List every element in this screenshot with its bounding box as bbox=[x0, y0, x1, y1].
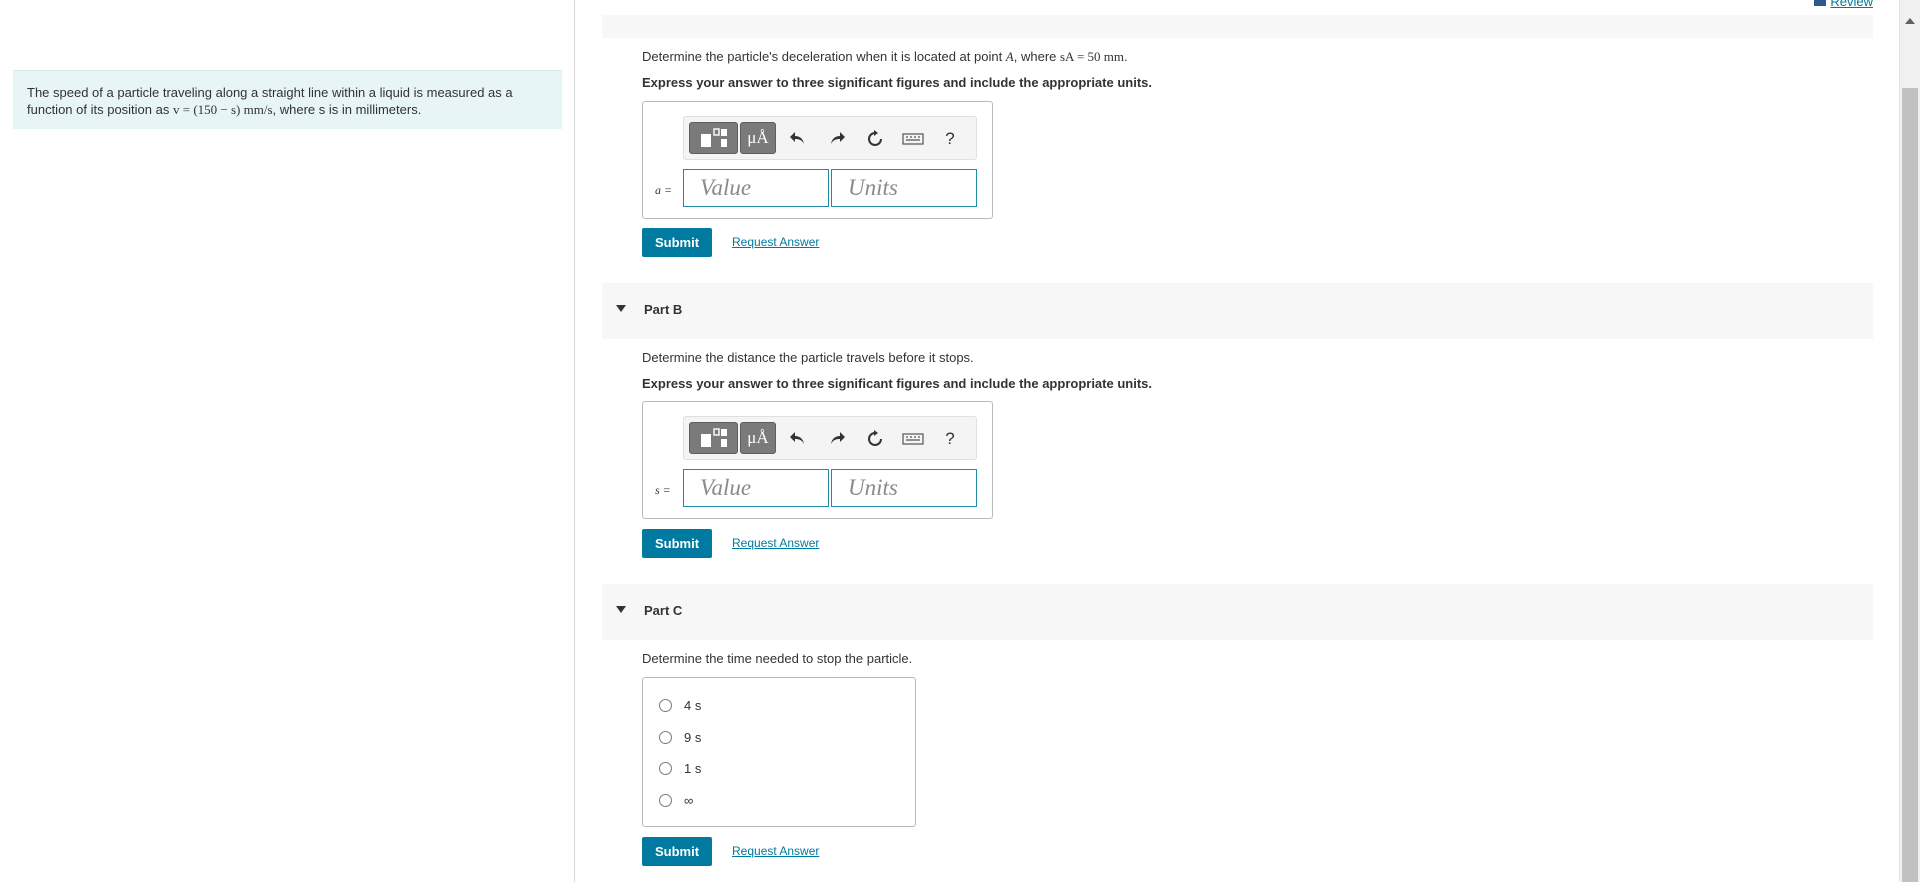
units-icon: μÅ bbox=[747, 128, 769, 147]
part-b-title: Part B bbox=[644, 302, 683, 317]
part-c-prompt: Determine the time needed to stop the pa… bbox=[642, 651, 913, 666]
units-button[interactable]: μÅ bbox=[740, 122, 776, 154]
book-icon bbox=[1814, 0, 1827, 6]
problem-formula: v = (150 − s) mm/s bbox=[172, 102, 273, 117]
part-b-toolbar: μÅ ? bbox=[683, 416, 977, 460]
templates-button[interactable] bbox=[689, 422, 738, 454]
choice-label: 4 s bbox=[684, 697, 702, 713]
choice-item[interactable]: 9 s bbox=[659, 728, 701, 746]
templates-icon bbox=[700, 128, 727, 147]
caret-down-icon bbox=[616, 606, 626, 613]
part-a-request-answer-link[interactable]: Request Answer bbox=[732, 235, 819, 249]
part-a-field-label-text: a = bbox=[655, 183, 673, 197]
left-pane: The speed of a particle traveling along … bbox=[0, 0, 575, 882]
radio-button[interactable] bbox=[659, 793, 672, 807]
part-b-answer-box: μÅ ? s = Value Units bbox=[642, 401, 993, 519]
part-a-prompt-math: sA = 50 mm bbox=[1060, 49, 1125, 64]
undo-button[interactable] bbox=[786, 127, 810, 151]
part-a-prompt-mid: , where bbox=[1013, 49, 1060, 64]
undo-button[interactable] bbox=[786, 427, 810, 451]
part-b-request-answer-link[interactable]: Request Answer bbox=[732, 536, 819, 550]
help-button[interactable]: ? bbox=[938, 427, 962, 451]
scroll-up-arrow-icon[interactable] bbox=[1905, 18, 1915, 24]
part-c-submit-button[interactable]: Submit bbox=[642, 837, 712, 866]
part-b-prompt: Determine the distance the particle trav… bbox=[642, 350, 974, 365]
reset-icon bbox=[868, 130, 882, 146]
radio-button[interactable] bbox=[659, 730, 672, 744]
radio-button[interactable] bbox=[659, 761, 672, 775]
part-c-request-answer-link[interactable]: Request Answer bbox=[732, 844, 819, 858]
part-a-units-input[interactable]: Units bbox=[831, 169, 977, 207]
choice-item[interactable]: 1 s bbox=[659, 759, 701, 777]
keyboard-icon bbox=[902, 133, 924, 145]
part-a-submit-button[interactable]: Submit bbox=[642, 228, 712, 257]
choice-label: ∞ bbox=[684, 792, 694, 808]
part-b-field-label: s = bbox=[655, 483, 671, 498]
part-c-header[interactable]: Part C bbox=[602, 584, 1873, 640]
redo-button[interactable] bbox=[825, 127, 849, 151]
part-a-toolbar: μÅ ? bbox=[683, 116, 977, 160]
help-icon: ? bbox=[945, 129, 955, 148]
templates-icon bbox=[700, 428, 727, 447]
part-b-units-input[interactable]: Units bbox=[831, 469, 977, 507]
keyboard-button[interactable] bbox=[901, 127, 925, 151]
part-a-field-label: a = bbox=[655, 183, 672, 198]
help-button[interactable]: ? bbox=[938, 127, 962, 151]
redo-icon bbox=[831, 432, 845, 444]
part-c-choices: 4 s 9 s 1 s ∞ bbox=[642, 677, 916, 827]
redo-button[interactable] bbox=[825, 427, 849, 451]
part-a-value-input[interactable]: Value bbox=[683, 169, 829, 207]
undo-icon bbox=[790, 132, 804, 144]
redo-icon bbox=[831, 132, 845, 144]
templates-button[interactable] bbox=[689, 122, 738, 154]
problem-text-post: , where s is in millimeters. bbox=[272, 102, 422, 117]
scrollbar[interactable] bbox=[1899, 0, 1920, 882]
part-a-prompt-end: . bbox=[1124, 49, 1128, 64]
part-a-point: A bbox=[1005, 49, 1014, 64]
reset-button[interactable] bbox=[863, 127, 887, 151]
right-pane: Review Determine the particle's decelera… bbox=[576, 0, 1899, 882]
part-a-answer-box: μÅ ? a = Value Units bbox=[642, 101, 993, 219]
choice-item[interactable]: ∞ bbox=[659, 791, 693, 809]
undo-icon bbox=[790, 432, 804, 444]
choice-item[interactable]: 4 s bbox=[659, 696, 701, 714]
part-c-title: Part C bbox=[644, 603, 683, 618]
part-a-header-bar bbox=[602, 15, 1873, 38]
caret-down-icon bbox=[616, 305, 626, 312]
choice-label: 1 s bbox=[684, 760, 702, 776]
review-link[interactable]: Review bbox=[1814, 0, 1873, 9]
part-a-instruction: Express your answer to three significant… bbox=[642, 75, 1152, 90]
part-b-value-input[interactable]: Value bbox=[683, 469, 829, 507]
keyboard-button[interactable] bbox=[901, 427, 925, 451]
keyboard-icon bbox=[902, 433, 924, 445]
problem-statement: The speed of a particle traveling along … bbox=[13, 70, 562, 129]
part-a-prompt: Determine the particle's deceleration wh… bbox=[642, 49, 1128, 65]
part-b-submit-button[interactable]: Submit bbox=[642, 529, 712, 558]
choice-label: 9 s bbox=[684, 729, 702, 745]
help-icon: ? bbox=[945, 429, 955, 448]
part-b-header[interactable]: Part B bbox=[602, 283, 1873, 339]
part-b-instruction: Express your answer to three significant… bbox=[642, 376, 1152, 391]
scrollbar-thumb[interactable] bbox=[1902, 88, 1918, 882]
units-icon: μÅ bbox=[747, 428, 769, 447]
reset-button[interactable] bbox=[863, 427, 887, 451]
units-button[interactable]: μÅ bbox=[740, 422, 776, 454]
part-a-prompt-text: Determine the particle's deceleration wh… bbox=[642, 49, 1006, 64]
radio-button[interactable] bbox=[659, 698, 672, 712]
review-label: Review bbox=[1830, 0, 1873, 9]
part-b-field-label-text: s = bbox=[655, 483, 671, 497]
reset-icon bbox=[868, 430, 882, 446]
